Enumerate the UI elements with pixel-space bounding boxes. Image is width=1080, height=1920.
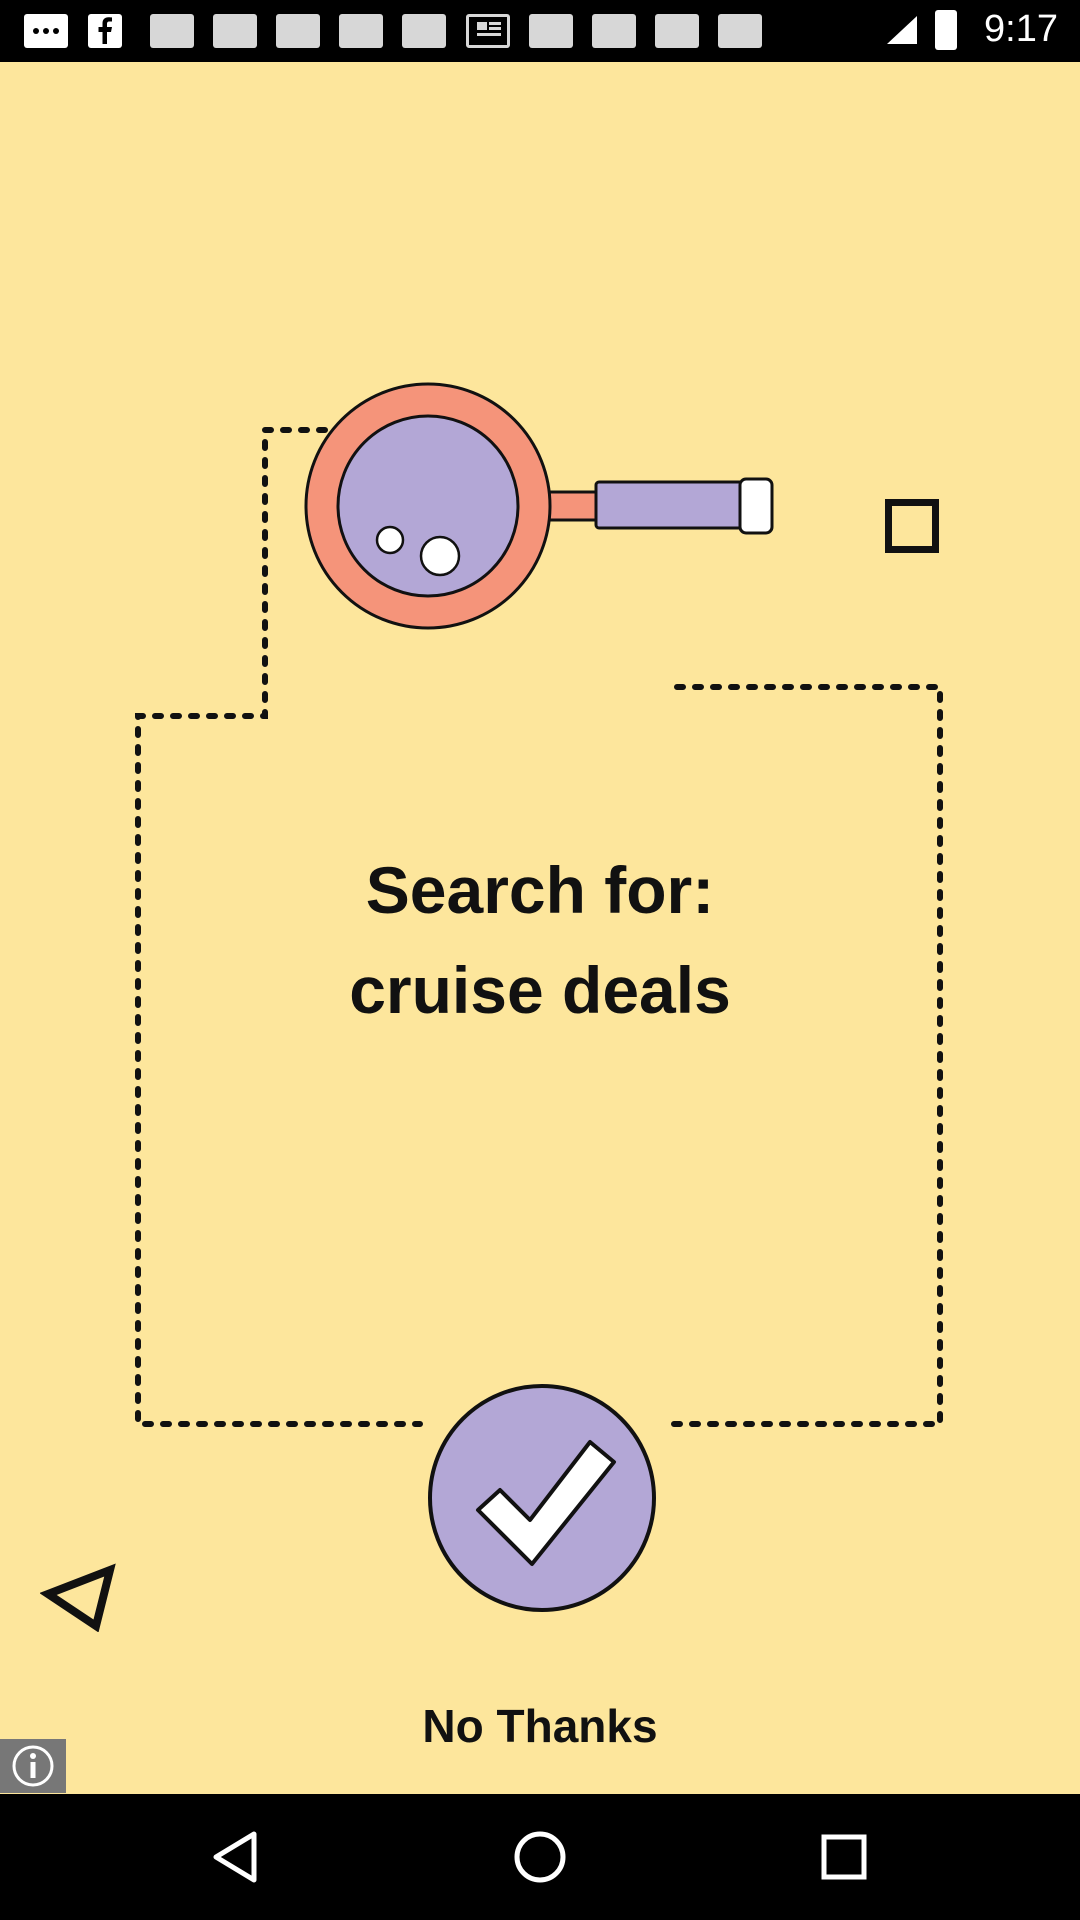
more-icon [24,14,68,48]
recents-icon [821,1834,867,1880]
notification-icon [150,14,194,48]
back-icon [213,1831,257,1883]
notification-icon [592,14,636,48]
notification-icon [718,14,762,48]
magnifying-glass-icon [304,382,774,630]
no-thanks-button[interactable]: No Thanks [390,1686,690,1766]
facebook-icon [88,14,122,48]
signal-icon [883,14,921,48]
confirm-check-button[interactable] [426,1382,658,1614]
info-icon [12,1745,54,1787]
check-icon [428,1384,656,1612]
home-icon [514,1831,566,1883]
notification-icon [339,14,383,48]
clock: 9:17 [984,8,1058,50]
play-triangle-icon [39,1563,116,1633]
notification-icon [655,14,699,48]
notification-icon [276,14,320,48]
recents-button[interactable] [796,1812,892,1902]
home-button[interactable] [492,1812,588,1902]
back-button[interactable] [188,1812,284,1902]
notification-icon [402,14,446,48]
battery-icon [935,10,957,50]
play-button[interactable] [39,1552,120,1633]
notification-icon [213,14,257,48]
stop-icon [885,499,939,553]
status-bar: 9:17 [0,0,1080,62]
stop-button[interactable] [882,496,942,556]
navigation-bar [0,1794,1080,1920]
headline-search-for: Search for: [365,853,715,927]
notification-icon [529,14,573,48]
search-prompt-screen: Search for: cruise deals No Thanks [0,62,1080,1794]
news-icon [466,14,510,48]
headline-query: cruise deals [349,953,731,1027]
info-button[interactable] [0,1739,66,1793]
